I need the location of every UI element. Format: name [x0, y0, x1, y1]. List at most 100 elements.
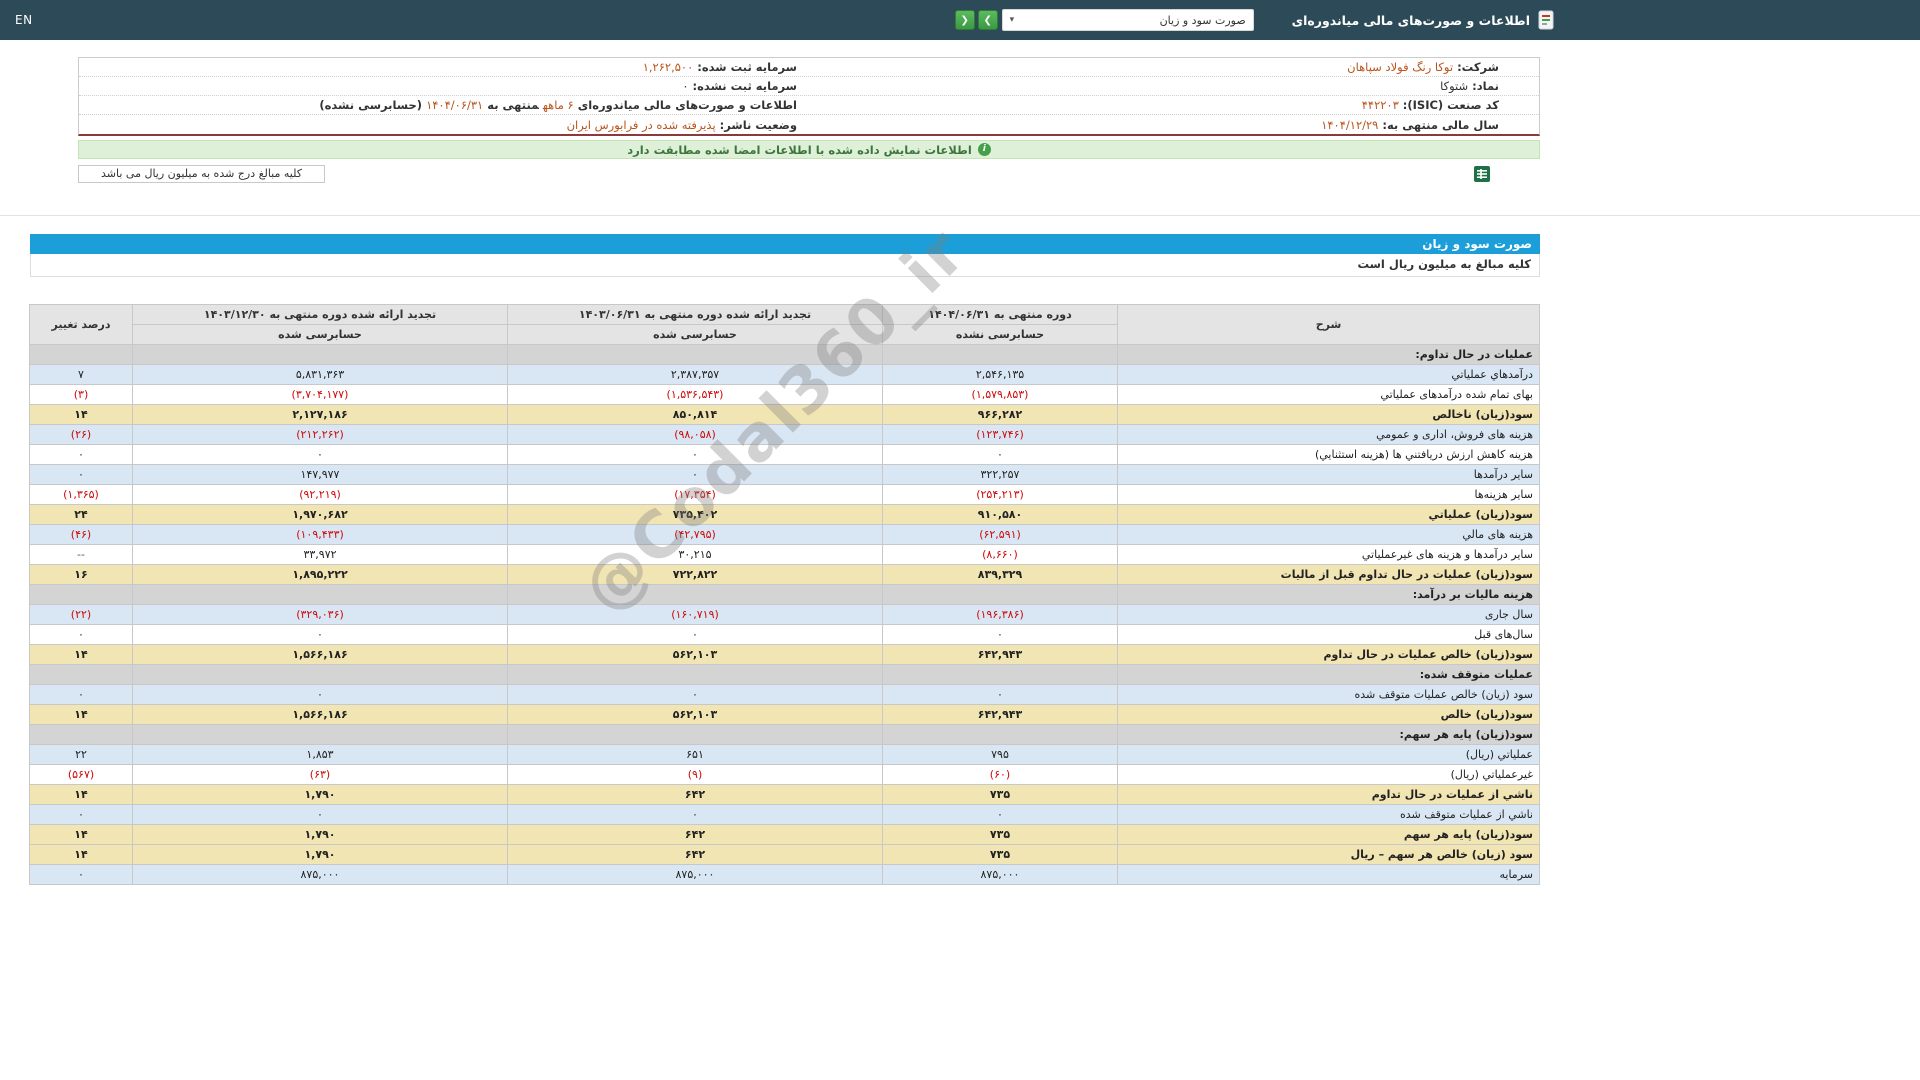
company-info-row: شرکت:توکا رنگ فولاد سپاهان سرمایه ثبت شده… [79, 58, 1539, 77]
statement-row: سود(زيان) خالص عمليات در حال تداوم ۶۴۲,۹۴… [29, 644, 1540, 665]
value-cell: (۲۱۲,۲۶۲) [132, 424, 508, 445]
value-cell: ۸۳۹,۳۲۹ [882, 564, 1118, 585]
row-label: هزينه هاى مالي [1117, 524, 1540, 545]
row-label: سود (زيان) خالص هر سهم – ريال [1117, 844, 1540, 865]
value-cell: (۲۶) [29, 424, 133, 445]
value-cell: (۳۲۹,۰۳۶) [132, 604, 508, 625]
value-cell: (۱۰۹,۴۳۳) [132, 524, 508, 545]
field-value: ۱,۲۶۲,۵۰۰ [642, 60, 694, 74]
signed-info-text: اطلاعات نمایش داده شده با اطلاعات امضا ش… [627, 142, 972, 157]
value-cell: (۲۵۴,۲۱۳) [882, 484, 1118, 505]
field-value: ۱۴۰۴/۱۲/۲۹ [1321, 117, 1379, 132]
value-cell: (۱۹۶,۳۸۶) [882, 604, 1118, 625]
company-info-field: سرمایه ثبت نشده:۰ [79, 79, 809, 93]
company-info-field: سرمایه ثبت شده:۱,۲۶۲,۵۰۰ [79, 60, 809, 74]
field-label: کد صنعت (ISIC): [1402, 98, 1499, 112]
company-info-field: کد صنعت (ISIC):۴۴۲۲۰۳ [809, 98, 1539, 112]
value-cell: -- [29, 544, 133, 565]
value-cell: ۱,۵۶۶,۱۸۶ [132, 644, 508, 665]
value-cell: ۶۵۱ [507, 744, 883, 765]
value-cell: ۲۲ [29, 744, 133, 765]
value-cell: ۰ [507, 804, 883, 825]
statement-row: درآمدهاي عملياتي ۲,۵۴۶,۱۳۵ ۲,۳۸۷,۳۵۷ ۵,۸۳۱,… [29, 364, 1540, 385]
value-cell: ۰ [29, 464, 133, 485]
row-label: سود(زيان) خالص [1117, 704, 1540, 725]
company-info-field: شرکت:توکا رنگ فولاد سپاهان [809, 60, 1539, 74]
value-cell: ۱,۸۹۵,۲۲۲ [132, 564, 508, 585]
value-cell [882, 344, 1118, 365]
value-cell: ۰ [29, 624, 133, 645]
navbar-right-group: اطلاعات و صورت‌های مالی میاندوره‌ای صورت… [954, 9, 1555, 31]
value-cell: ۶۴۲ [507, 844, 883, 865]
value-cell [29, 724, 133, 745]
column-header-period: تجدید ارائه شده دوره منتهی به ۱۴۰۳/۰۶/۳۱ [507, 304, 883, 325]
top-navbar: اطلاعات و صورت‌های مالی میاندوره‌ای صورت… [0, 0, 1920, 40]
value-cell: ۱۴ [29, 844, 133, 865]
export-excel-icon[interactable] [1473, 165, 1491, 183]
company-info-row: سال مالی منتهی به:۱۴۰۴/۱۲/۲۹ وضعیت ناشر:پ… [79, 115, 1539, 134]
row-label: عملياتي (ريال) [1117, 744, 1540, 765]
statement-row: ناشي از عمليات متوقف شده ۰ ۰ ۰ ۰ [29, 804, 1540, 825]
value-cell: ۱,۷۹۰ [132, 844, 508, 865]
company-info-field: وضعیت ناشر:پذیرفته شده در فرابورس ایران [79, 118, 809, 132]
statement-row: غيرعملياتي (ريال) (۶۰) (۹) (۶۳) (۵۶۷) [29, 764, 1540, 785]
row-label: سال‌هاى قبل [1117, 624, 1540, 645]
field-value: پذیرفته شده در فرابورس ایران [566, 117, 716, 132]
statement-row: هزينه هاى فروش، ادارى و عمومي (۱۲۳,۷۴۶) (۹… [29, 424, 1540, 445]
value-cell: ۱,۹۷۰,۶۸۲ [132, 504, 508, 525]
statement-section-row: سود(زيان) پايه هر سهم: [29, 724, 1540, 745]
value-cell [882, 724, 1118, 745]
prev-statement-button[interactable]: ❮ [954, 10, 975, 30]
column-header-change: درصد تغییر [29, 304, 133, 345]
value-cell [29, 664, 133, 685]
value-cell: ۱۴۷,۹۷۷ [132, 464, 508, 485]
row-label: هزينه هاى فروش، ادارى و عمومي [1117, 424, 1540, 445]
statement-row: سود(زيان) عمليات در حال تداوم قبل از مال… [29, 564, 1540, 585]
field-label: منتهی به [487, 98, 539, 112]
value-cell: (۱,۵۳۶,۵۴۳) [507, 384, 883, 405]
value-cell [29, 584, 133, 605]
value-cell: ۷۲۲,۸۲۲ [507, 564, 883, 585]
field-label: شرکت: [1457, 60, 1499, 74]
statement-row: سود(زيان) پايه هر سهم ۷۳۵ ۶۴۲ ۱,۷۹۰ ۱۴ [29, 824, 1540, 845]
statement-row: سال‌هاى قبل ۰ ۰ ۰ ۰ [29, 624, 1540, 645]
value-cell: ۱۴ [29, 644, 133, 665]
value-cell: (۶۳) [132, 764, 508, 785]
language-toggle-en[interactable]: EN [15, 13, 33, 27]
row-label: هزينه کاهش ارزش دريافتني ها (هزينه استثن… [1117, 444, 1540, 465]
row-label: سال جارى [1117, 604, 1540, 625]
next-statement-button[interactable]: ❯ [977, 10, 998, 30]
field-label: سال مالی منتهی به: [1382, 117, 1499, 132]
value-cell: ۷۹۵ [882, 744, 1118, 765]
value-cell [132, 344, 508, 365]
value-cell: ۶۴۲ [507, 824, 883, 845]
value-cell: ۷۳۵ [882, 844, 1118, 865]
company-info-row: کد صنعت (ISIC):۴۴۲۲۰۳ اطلاعات و صورت‌های … [79, 96, 1539, 115]
company-info-panel: شرکت:توکا رنگ فولاد سپاهان سرمایه ثبت شده… [78, 57, 1540, 136]
company-info-field: اطلاعات و صورت‌های مالی میاندوره‌ای۶ ماه… [79, 98, 809, 112]
statement-row: عملياتي (ريال) ۷۹۵ ۶۵۱ ۱,۸۵۳ ۲۲ [29, 744, 1540, 765]
row-label: سود(زيان) پايه هر سهم: [1117, 724, 1540, 745]
statement-select[interactable]: صورت سود و زیان ▾ [1001, 9, 1254, 31]
value-cell [507, 724, 883, 745]
value-cell: (۱,۵۷۹,۸۵۳) [882, 384, 1118, 405]
value-cell: ۹۱۰,۵۸۰ [882, 504, 1118, 525]
field-label: نماد: [1472, 79, 1499, 93]
value-cell: (۱۲۳,۷۴۶) [882, 424, 1118, 445]
value-cell: ۸۷۵,۰۰۰ [507, 864, 883, 885]
income-statement-section: صورت سود و زیان کلیه مبالغ به میلیون ریا… [29, 215, 1540, 885]
info-icon: i [977, 143, 991, 156]
value-cell: ۷ [29, 364, 133, 385]
section-divider [0, 215, 1920, 216]
value-cell [882, 664, 1118, 685]
row-label: سرمايه [1117, 864, 1540, 885]
value-cell: ۶۴۲ [507, 784, 883, 805]
value-cell: ۲,۵۴۶,۱۳۵ [882, 364, 1118, 385]
statement-row: سال جارى (۱۹۶,۳۸۶) (۱۶۰,۷۱۹) (۳۲۹,۰۳۶) (۲۲) [29, 604, 1540, 625]
field-value: ۴۴۲۲۰۳ [1361, 98, 1399, 112]
column-subheader-audit: حسابرسی شده [132, 324, 508, 345]
value-cell: (۴۶) [29, 524, 133, 545]
top-content-container: شرکت:توکا رنگ فولاد سپاهان سرمایه ثبت شده… [0, 57, 1570, 183]
value-cell: ۳۳,۹۷۲ [132, 544, 508, 565]
value-cell: ۸۵۰,۸۱۴ [507, 404, 883, 425]
